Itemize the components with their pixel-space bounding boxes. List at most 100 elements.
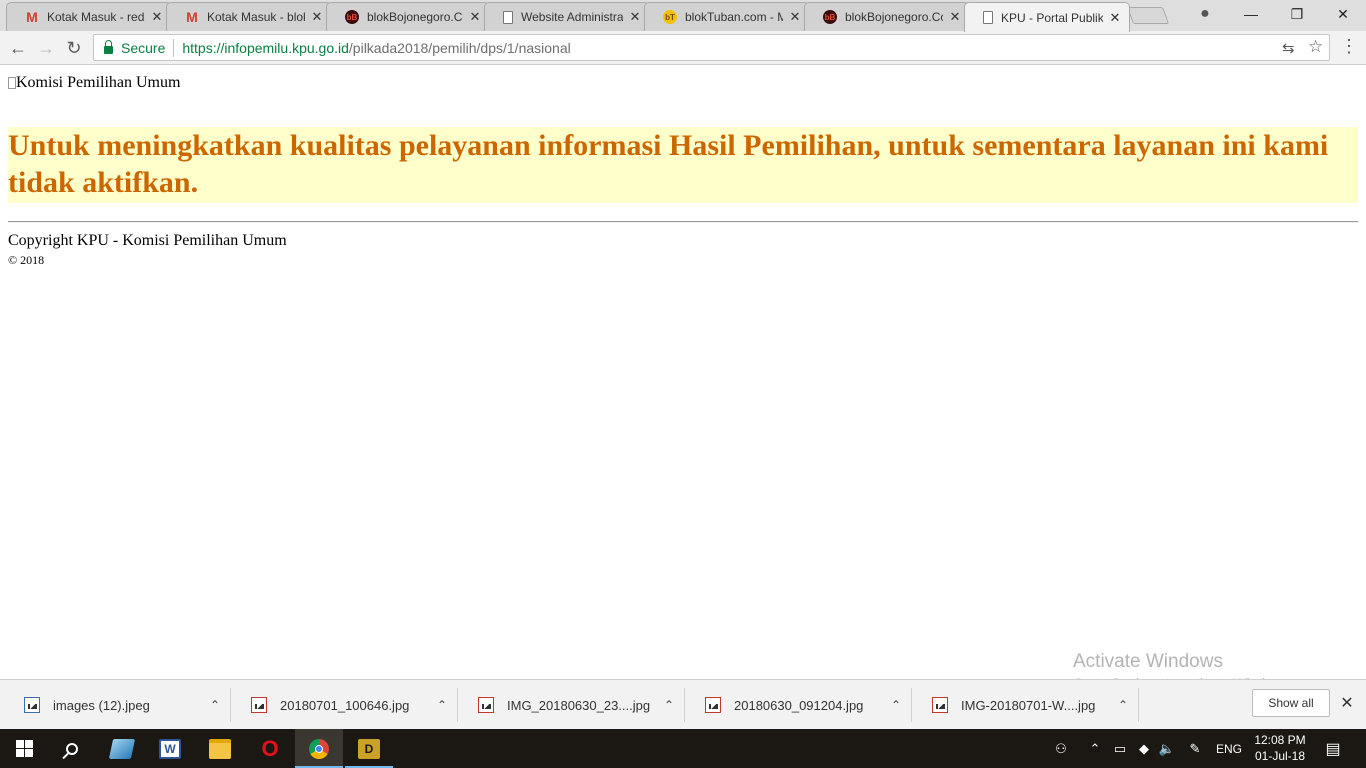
image-file-icon — [478, 697, 494, 713]
notepad-icon — [108, 738, 136, 759]
download-options-chevron-icon[interactable]: ⌃ — [881, 698, 911, 712]
tab-close-icon[interactable]: ✕ — [947, 9, 963, 25]
download-options-chevron-icon[interactable]: ⌃ — [654, 698, 684, 712]
tab-close-icon[interactable]: ✕ — [627, 9, 643, 25]
download-file-name: 20180701_100646.jpg — [280, 697, 410, 713]
page-content: Komisi Pemilihan Umum Untuk meningkatkan… — [0, 66, 1366, 691]
image-file-icon — [705, 697, 721, 713]
service-notice: Untuk meningkatkan kualitas pelayanan in… — [8, 127, 1358, 203]
logo-alt-text: Komisi Pemilihan Umum — [16, 74, 181, 91]
tab-gmail-reda[interactable]: M Kotak Masuk - reda ✕ — [6, 2, 172, 31]
download-file-name: images (12).jpeg — [53, 697, 150, 713]
new-tab-button[interactable] — [1126, 7, 1170, 24]
tab-close-icon[interactable]: ✕ — [149, 9, 165, 25]
kpu-logo-image: Komisi Pemilihan Umum — [8, 74, 180, 92]
tab-blokbojonegoro-1[interactable]: bB blokBojonegoro.Co ✕ — [326, 2, 490, 31]
url-host: https://infopemilu.kpu.go.id — [182, 39, 349, 56]
tab-close-icon[interactable]: ✕ — [467, 9, 483, 25]
blok-site-icon: bB — [823, 10, 837, 24]
document-icon — [503, 10, 513, 24]
volume-icon[interactable]: 🔈 — [1156, 729, 1178, 768]
tab-title: Website Administra — [521, 10, 623, 24]
daemon-tools-icon: D — [358, 738, 380, 759]
forward-button[interactable]: → — [34, 36, 58, 60]
dropbox-icon[interactable]: ◆ — [1134, 729, 1154, 768]
horizontal-rule — [8, 221, 1358, 223]
bookmark-star-icon[interactable]: ☆ — [1308, 37, 1323, 57]
bloktuban-icon: bT — [663, 10, 677, 24]
close-download-bar-icon[interactable]: ✕ — [1337, 693, 1357, 713]
show-hidden-icons-chevron-icon[interactable]: ⌃ — [1086, 729, 1104, 768]
browser-menu-icon[interactable]: ⋮ — [1340, 36, 1358, 60]
folder-icon — [209, 738, 231, 759]
tab-title: blokBojonegoro.Co — [367, 10, 463, 24]
taskbar-chrome[interactable] — [295, 729, 343, 768]
download-file-name: IMG_20180630_23....jpg — [507, 697, 651, 713]
jpeg-file-icon — [24, 697, 40, 713]
start-button[interactable] — [0, 729, 48, 768]
taskbar-file-explorer[interactable] — [196, 729, 244, 768]
download-item[interactable]: IMG_20180630_23....jpg ⌃ — [458, 688, 685, 722]
battery-icon[interactable]: ▭ — [1110, 729, 1130, 768]
gmail-icon: M — [26, 9, 38, 25]
gmail-icon: M — [186, 9, 198, 25]
watermark-title: Activate Windows — [1073, 651, 1223, 672]
minimize-button[interactable]: — — [1228, 0, 1274, 28]
people-icon[interactable]: ⚇ — [1050, 729, 1072, 768]
reload-button[interactable]: ↻ — [62, 36, 86, 60]
clock-date: 01-Jul-18 — [1254, 749, 1306, 763]
tab-kpu-portal-publik[interactable]: KPU - Portal Publik ✕ — [964, 2, 1130, 32]
taskbar-opera[interactable]: O — [246, 729, 294, 768]
download-options-chevron-icon[interactable]: ⌃ — [200, 698, 230, 712]
tab-close-icon[interactable]: ✕ — [309, 9, 325, 25]
tab-title: Kotak Masuk - reda — [47, 10, 145, 24]
download-item[interactable]: 20180630_091204.jpg ⌃ — [685, 688, 912, 722]
lock-icon — [104, 39, 113, 54]
taskbar-notepad[interactable] — [98, 729, 146, 768]
address-separator — [173, 38, 175, 57]
word-icon: W — [159, 738, 181, 759]
action-center-icon[interactable]: ▤ — [1318, 729, 1348, 768]
browser-tab-strip: M Kotak Masuk - reda ✕ M Kotak Masuk - b… — [0, 0, 1366, 32]
url-path: /pilkada2018/pemilih/dps/1/nasional — [348, 39, 571, 56]
taskbar-daemon-tools[interactable]: D — [345, 729, 393, 768]
close-window-button[interactable]: ✕ — [1320, 0, 1366, 28]
download-file-name: 20180630_091204.jpg — [734, 697, 864, 713]
tab-title: Kotak Masuk - blok — [207, 10, 305, 24]
chrome-icon — [309, 738, 329, 759]
download-item[interactable]: 20180701_100646.jpg ⌃ — [231, 688, 458, 722]
search-icon — [66, 742, 78, 755]
tab-website-administra[interactable]: Website Administra ✕ — [484, 2, 650, 31]
show-all-downloads-button[interactable]: Show all — [1252, 689, 1330, 717]
blok-site-icon: bB — [345, 10, 359, 24]
tab-bloktuban[interactable]: bT blokTuban.com - M ✕ — [644, 2, 810, 31]
download-item[interactable]: images (12).jpeg ⌃ — [4, 688, 231, 722]
back-button[interactable]: ← — [6, 36, 30, 60]
download-bar: images (12).jpeg ⌃ 20180701_100646.jpg ⌃… — [0, 679, 1366, 729]
tab-blokbojonegoro-2[interactable]: bB blokBojonegoro.Co ✕ — [804, 2, 970, 31]
search-button[interactable] — [48, 729, 96, 768]
system-clock[interactable]: 12:08 PM 01-Jul-18 — [1248, 732, 1312, 764]
download-options-chevron-icon[interactable]: ⌃ — [1108, 698, 1138, 712]
windows-logo-icon — [15, 740, 33, 757]
download-item[interactable]: IMG-20180701-W....jpg ⌃ — [912, 688, 1139, 722]
broken-image-icon — [8, 77, 16, 89]
profile-icon[interactable]: ● — [1182, 0, 1228, 28]
download-options-chevron-icon[interactable]: ⌃ — [427, 698, 457, 712]
tab-close-icon[interactable]: ✕ — [1107, 10, 1123, 26]
tab-title: blokTuban.com - M — [685, 10, 783, 24]
translate-icon[interactable]: ⇆ — [1282, 39, 1295, 57]
tab-close-icon[interactable]: ✕ — [787, 9, 803, 25]
tab-title: blokBojonegoro.Co — [845, 10, 943, 24]
maximize-button[interactable]: ❐ — [1274, 0, 1320, 28]
taskbar-word[interactable]: W — [146, 729, 194, 768]
tab-gmail-blok[interactable]: M Kotak Masuk - blok ✕ — [166, 2, 332, 31]
opera-icon: O — [261, 735, 279, 761]
input-language-indicator[interactable]: ENG — [1212, 729, 1246, 768]
download-file-name: IMG-20180701-W....jpg — [961, 697, 1096, 713]
chrome-icon-center — [315, 744, 323, 753]
address-bar[interactable]: Secure https://infopemilu.kpu.go.id/pilk… — [93, 34, 1330, 61]
secure-label[interactable]: Secure — [121, 40, 165, 56]
browser-toolbar: ← → ↻ Secure https://infopemilu.kpu.go.i… — [0, 31, 1366, 65]
pen-workspace-icon[interactable]: ✎ — [1184, 729, 1206, 768]
